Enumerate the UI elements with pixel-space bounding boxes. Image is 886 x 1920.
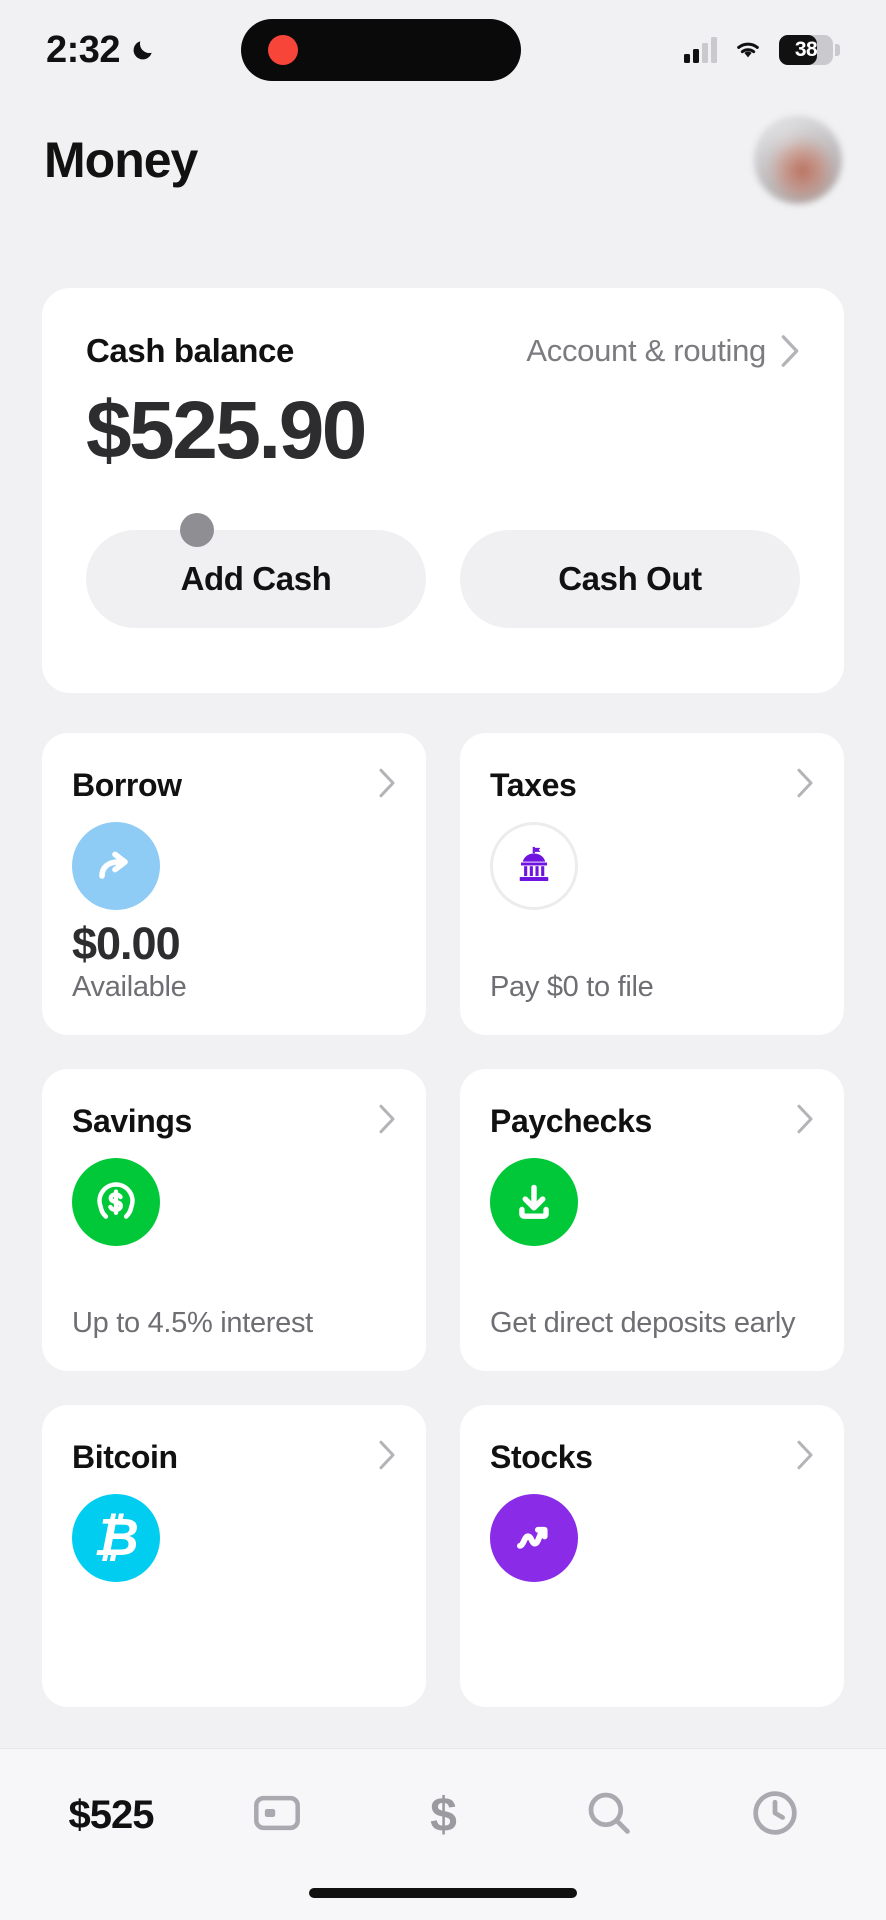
tile-title: Bitcoin [72,1439,178,1475]
tile-title: Taxes [490,767,577,803]
phone-screen: 2:32 38 Money Cash balance Account & rou… [0,0,886,1920]
tile-paychecks[interactable]: Paychecks Get direct deposits early [460,1069,844,1371]
tile-title: Stocks [490,1439,593,1475]
tile-stocks[interactable]: Stocks [460,1405,844,1707]
dollar-sign-icon: $ [430,1789,457,1842]
account-routing-link[interactable]: Account & routing [526,333,800,369]
status-bar-right: 38 [684,35,840,66]
cash-out-button[interactable]: Cash Out [460,530,800,628]
chevron-right-icon [378,768,396,803]
page-title: Money [44,132,198,188]
dollar-circle-icon [72,1158,160,1246]
tile-icon-wrap [72,822,396,910]
add-cash-button[interactable]: Add Cash [86,530,426,628]
battery-percent: 38 [794,38,818,61]
clock-icon [748,1786,802,1845]
tab-search[interactable] [539,1778,679,1854]
tile-footer: Up to 4.5% interest [72,1306,396,1341]
tile-bitcoin[interactable]: Bitcoin ₿ [42,1405,426,1707]
tile-subtitle: Up to 4.5% interest [72,1306,313,1339]
cash-balance-amount: $525.90 [86,385,367,476]
cash-balance-header: Cash balance Account & routing [86,332,800,370]
tile-borrow[interactable]: Borrow $0.00 Available [42,733,426,1035]
tile-footer: Get direct deposits early [490,1306,814,1341]
account-routing-label: Account & routing [526,333,766,368]
tab-activity[interactable] [705,1778,845,1854]
curved-arrow-icon [72,822,160,910]
page-header: Money [0,108,886,212]
tile-footer: Pay $0 to file [490,970,814,1005]
download-arrow-icon [490,1158,578,1246]
tile-header: Paychecks [490,1103,814,1140]
chevron-right-icon [796,1104,814,1139]
tile-savings[interactable]: Savings Up to 4.5% interest [42,1069,426,1371]
recording-dot [268,35,298,65]
chevron-right-icon [378,1440,396,1475]
chevron-right-icon [796,1440,814,1475]
tile-header: Bitcoin [72,1439,396,1476]
wifi-icon [731,35,765,66]
status-bar-left: 2:32 [46,29,156,72]
tile-value: $0.00 [72,917,181,969]
bitcoin-glyph: ₿ [93,1509,139,1567]
trend-arrow-icon [490,1494,578,1582]
tab-payments[interactable]: $ [373,1778,513,1854]
cash-balance-label: Cash balance [86,332,294,369]
government-building-icon [490,822,578,910]
bitcoin-icon: ₿ [72,1494,160,1582]
tile-icon-wrap [490,1158,814,1246]
tile-icon-wrap [490,1494,814,1582]
tile-header: Stocks [490,1439,814,1476]
cellular-signal-icon [684,37,717,63]
main-content: Cash balance Account & routing $525.90 A… [0,228,886,1750]
tile-icon-wrap [490,822,814,910]
chevron-right-icon [780,334,800,368]
tile-title: Paychecks [490,1103,652,1139]
tile-header: Savings [72,1103,396,1140]
card-icon [250,1786,304,1845]
tile-subtitle: Get direct deposits early [490,1306,796,1339]
feature-tile-grid: Borrow $0.00 Available Taxes Pay $0 to f… [42,733,844,1707]
tile-footer: $0.00 Available [72,918,396,1005]
home-indicator [309,1888,577,1898]
tab-card[interactable] [207,1778,347,1854]
search-icon [582,1786,636,1845]
cash-balance-card[interactable]: Cash balance Account & routing $525.90 A… [42,288,844,693]
tile-header: Taxes [490,767,814,804]
tile-icon-wrap: ₿ [72,1494,396,1582]
dynamic-island [241,19,521,81]
touch-cursor-indicator [180,513,214,547]
chevron-right-icon [796,768,814,803]
tab-money[interactable]: $525 [41,1778,181,1854]
tile-taxes[interactable]: Taxes Pay $0 to file [460,733,844,1035]
tile-title: Borrow [72,767,182,803]
clock-time: 2:32 [46,28,121,71]
tile-subtitle: Available [72,970,187,1003]
avatar[interactable] [754,116,842,204]
tab-money-label: $525 [68,1793,155,1837]
tile-header: Borrow [72,767,396,804]
tile-title: Savings [72,1103,192,1139]
tile-icon-wrap [72,1158,396,1246]
battery-icon: 38 [779,35,840,65]
tile-subtitle: Pay $0 to file [490,970,654,1003]
chevron-right-icon [378,1104,396,1139]
moon-icon [130,37,156,63]
